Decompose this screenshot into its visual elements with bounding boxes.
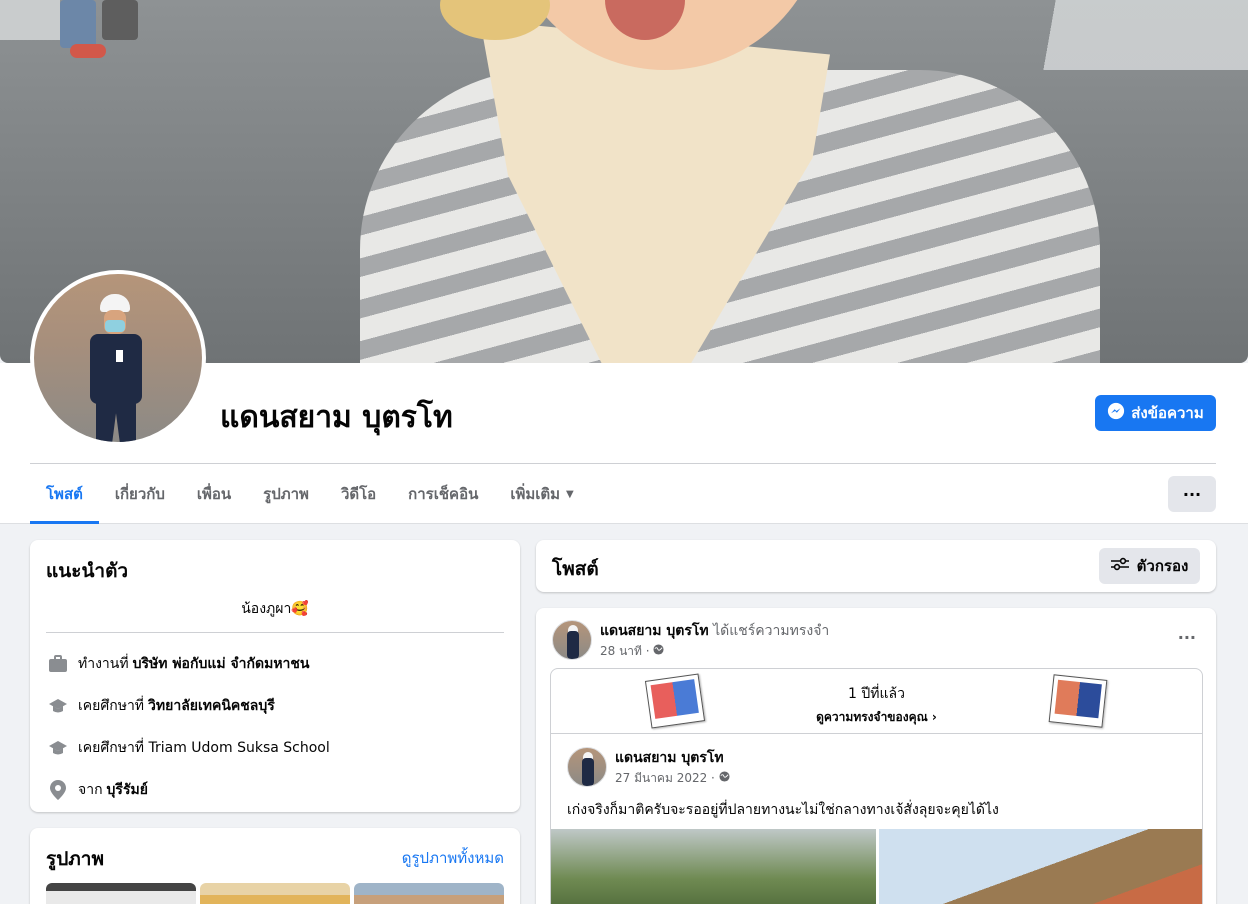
tab-friends[interactable]: เพื่อน	[181, 464, 247, 524]
tab-label: การเช็คอิน	[408, 485, 479, 503]
photo-thumbnail[interactable]	[46, 883, 196, 904]
location-pin-icon	[46, 780, 70, 800]
tab-label: เกี่ยวกับ	[114, 485, 165, 503]
cover-stripe	[0, 0, 60, 40]
graduation-cap-icon	[46, 738, 70, 758]
tab-videos[interactable]: วิดีโอ	[325, 464, 392, 524]
tab-label: รูปภาพ	[263, 485, 309, 503]
avatar-photo	[34, 274, 202, 442]
memory-sticker-left	[644, 673, 706, 729]
inner-post-text: เก่งจริงก็มาติครับจะรออยู่ที่ปลายทางนะไม…	[567, 802, 999, 818]
tab-label: เพื่อน	[196, 485, 232, 503]
posts-header-card: โพสต์ ตัวกรอง	[536, 540, 1216, 592]
tab-checkins[interactable]: การเช็คอิน	[392, 464, 494, 524]
caret-down-icon: ▼	[566, 488, 574, 500]
post-image[interactable]	[879, 829, 1202, 904]
inner-post-avatar[interactable]	[567, 747, 607, 787]
photo-thumbnail[interactable]	[354, 883, 504, 904]
inner-post-images	[551, 829, 1202, 904]
more-options-button[interactable]: ···	[1168, 476, 1216, 512]
inner-post-author[interactable]: แดนสยาม บุตรโท	[615, 747, 724, 769]
chevron-right-icon: ›	[931, 710, 937, 724]
intro-hometown-prefix: จาก	[78, 782, 103, 798]
filter-button[interactable]: ตัวกรอง	[1099, 548, 1200, 584]
memory-banner: 1 ปีที่แล้ว ดูความทรงจำของคุณ ›	[551, 669, 1202, 734]
intro-education-1: เคยศึกษาที่ วิทยาลัยเทคนิคชลบุรี	[46, 685, 504, 727]
intro-education-2: เคยศึกษาที่ Triam Udom Suksa School	[46, 727, 504, 769]
intro-work-prefix: ทำงานที่	[78, 656, 129, 672]
globe-icon	[719, 771, 730, 785]
send-message-label: ส่งข้อความ	[1131, 404, 1204, 422]
post-action: ได้แชร์ความทรงจำ	[713, 623, 830, 639]
intro-card: แนะนำตัว น้องภูผา🥰 ทำงานที่ บริษัท พ่อกั…	[30, 540, 520, 812]
post-meta: 28 นาที ·	[600, 642, 664, 661]
profile-name: แดนสยาม บุตรโท	[220, 400, 453, 435]
filter-sliders-icon	[1110, 557, 1129, 575]
profile-avatar[interactable]	[30, 270, 206, 446]
tab-more[interactable]: เพิ่มเติม ▼	[494, 464, 589, 524]
profile-tabs: โพสต์ เกี่ยวกับ เพื่อน รูปภาพ วิดีโอ การ…	[30, 464, 590, 524]
tab-photos[interactable]: รูปภาพ	[247, 464, 325, 524]
see-memories-label: ดูความทรงจำของคุณ	[816, 710, 928, 724]
intro-work-value[interactable]: บริษัท พ่อกับแม่ จำกัดมหาชน	[133, 653, 310, 675]
post-image[interactable]	[551, 829, 876, 904]
intro-work: ทำงานที่ บริษัท พ่อกับแม่ จำกัดมหาชน	[46, 643, 504, 685]
graduation-cap-icon	[46, 696, 70, 716]
tab-label: โพสต์	[46, 485, 83, 503]
intro-hometown-value[interactable]: บุรีรัมย์	[107, 779, 148, 801]
tab-posts[interactable]: โพสต์	[30, 464, 99, 524]
photo-thumbnail[interactable]	[200, 883, 350, 904]
memory-attachment[interactable]: 1 ปีที่แล้ว ดูความทรงจำของคุณ › แดนสยาม …	[550, 668, 1203, 904]
post-author-avatar[interactable]	[552, 620, 592, 660]
tab-label: เพิ่มเติม	[510, 485, 561, 503]
intro-hometown: จาก บุรีรัมย์	[46, 769, 504, 811]
see-all-photos-link[interactable]: ดูรูปภาพทั้งหมด	[402, 846, 504, 870]
photo-thumbnails	[46, 883, 504, 904]
photos-card: รูปภาพ ดูรูปภาพทั้งหมด	[30, 828, 520, 904]
briefcase-icon	[46, 654, 70, 674]
messenger-icon	[1107, 402, 1125, 424]
post-header: แดนสยาม บุตรโท ได้แชร์ความทรงจำ	[600, 620, 829, 642]
cover-walker	[60, 0, 150, 60]
send-message-button[interactable]: ส่งข้อความ	[1095, 395, 1216, 431]
intro-title: แนะนำตัว	[46, 560, 129, 582]
intro-education-prefix: เคยศึกษาที่ Triam Udom Suksa School	[78, 740, 330, 756]
tab-label: วิดีโอ	[340, 485, 377, 503]
inner-post-date[interactable]: 27 มีนาคม 2022 ·	[615, 771, 715, 785]
post-options-button[interactable]: ···	[1178, 628, 1196, 647]
post-card: แดนสยาม บุตรโท ได้แชร์ความทรงจำ 28 นาที …	[536, 608, 1216, 904]
intro-education-value[interactable]: วิทยาลัยเทคนิคชลบุรี	[148, 695, 275, 717]
post-time[interactable]: 28 นาที ·	[600, 644, 650, 658]
cover-road	[968, 0, 1248, 70]
intro-education-prefix: เคยศึกษาที่	[78, 698, 145, 714]
tab-about[interactable]: เกี่ยวกับ	[99, 464, 181, 524]
filter-label: ตัวกรอง	[1136, 557, 1189, 575]
globe-icon	[653, 644, 664, 658]
inner-post-meta: 27 มีนาคม 2022 ·	[615, 769, 730, 788]
post-author-name[interactable]: แดนสยาม บุตรโท	[600, 623, 709, 639]
memory-sticker-right	[1048, 674, 1108, 728]
intro-bio: น้องภูผา🥰	[46, 598, 504, 633]
